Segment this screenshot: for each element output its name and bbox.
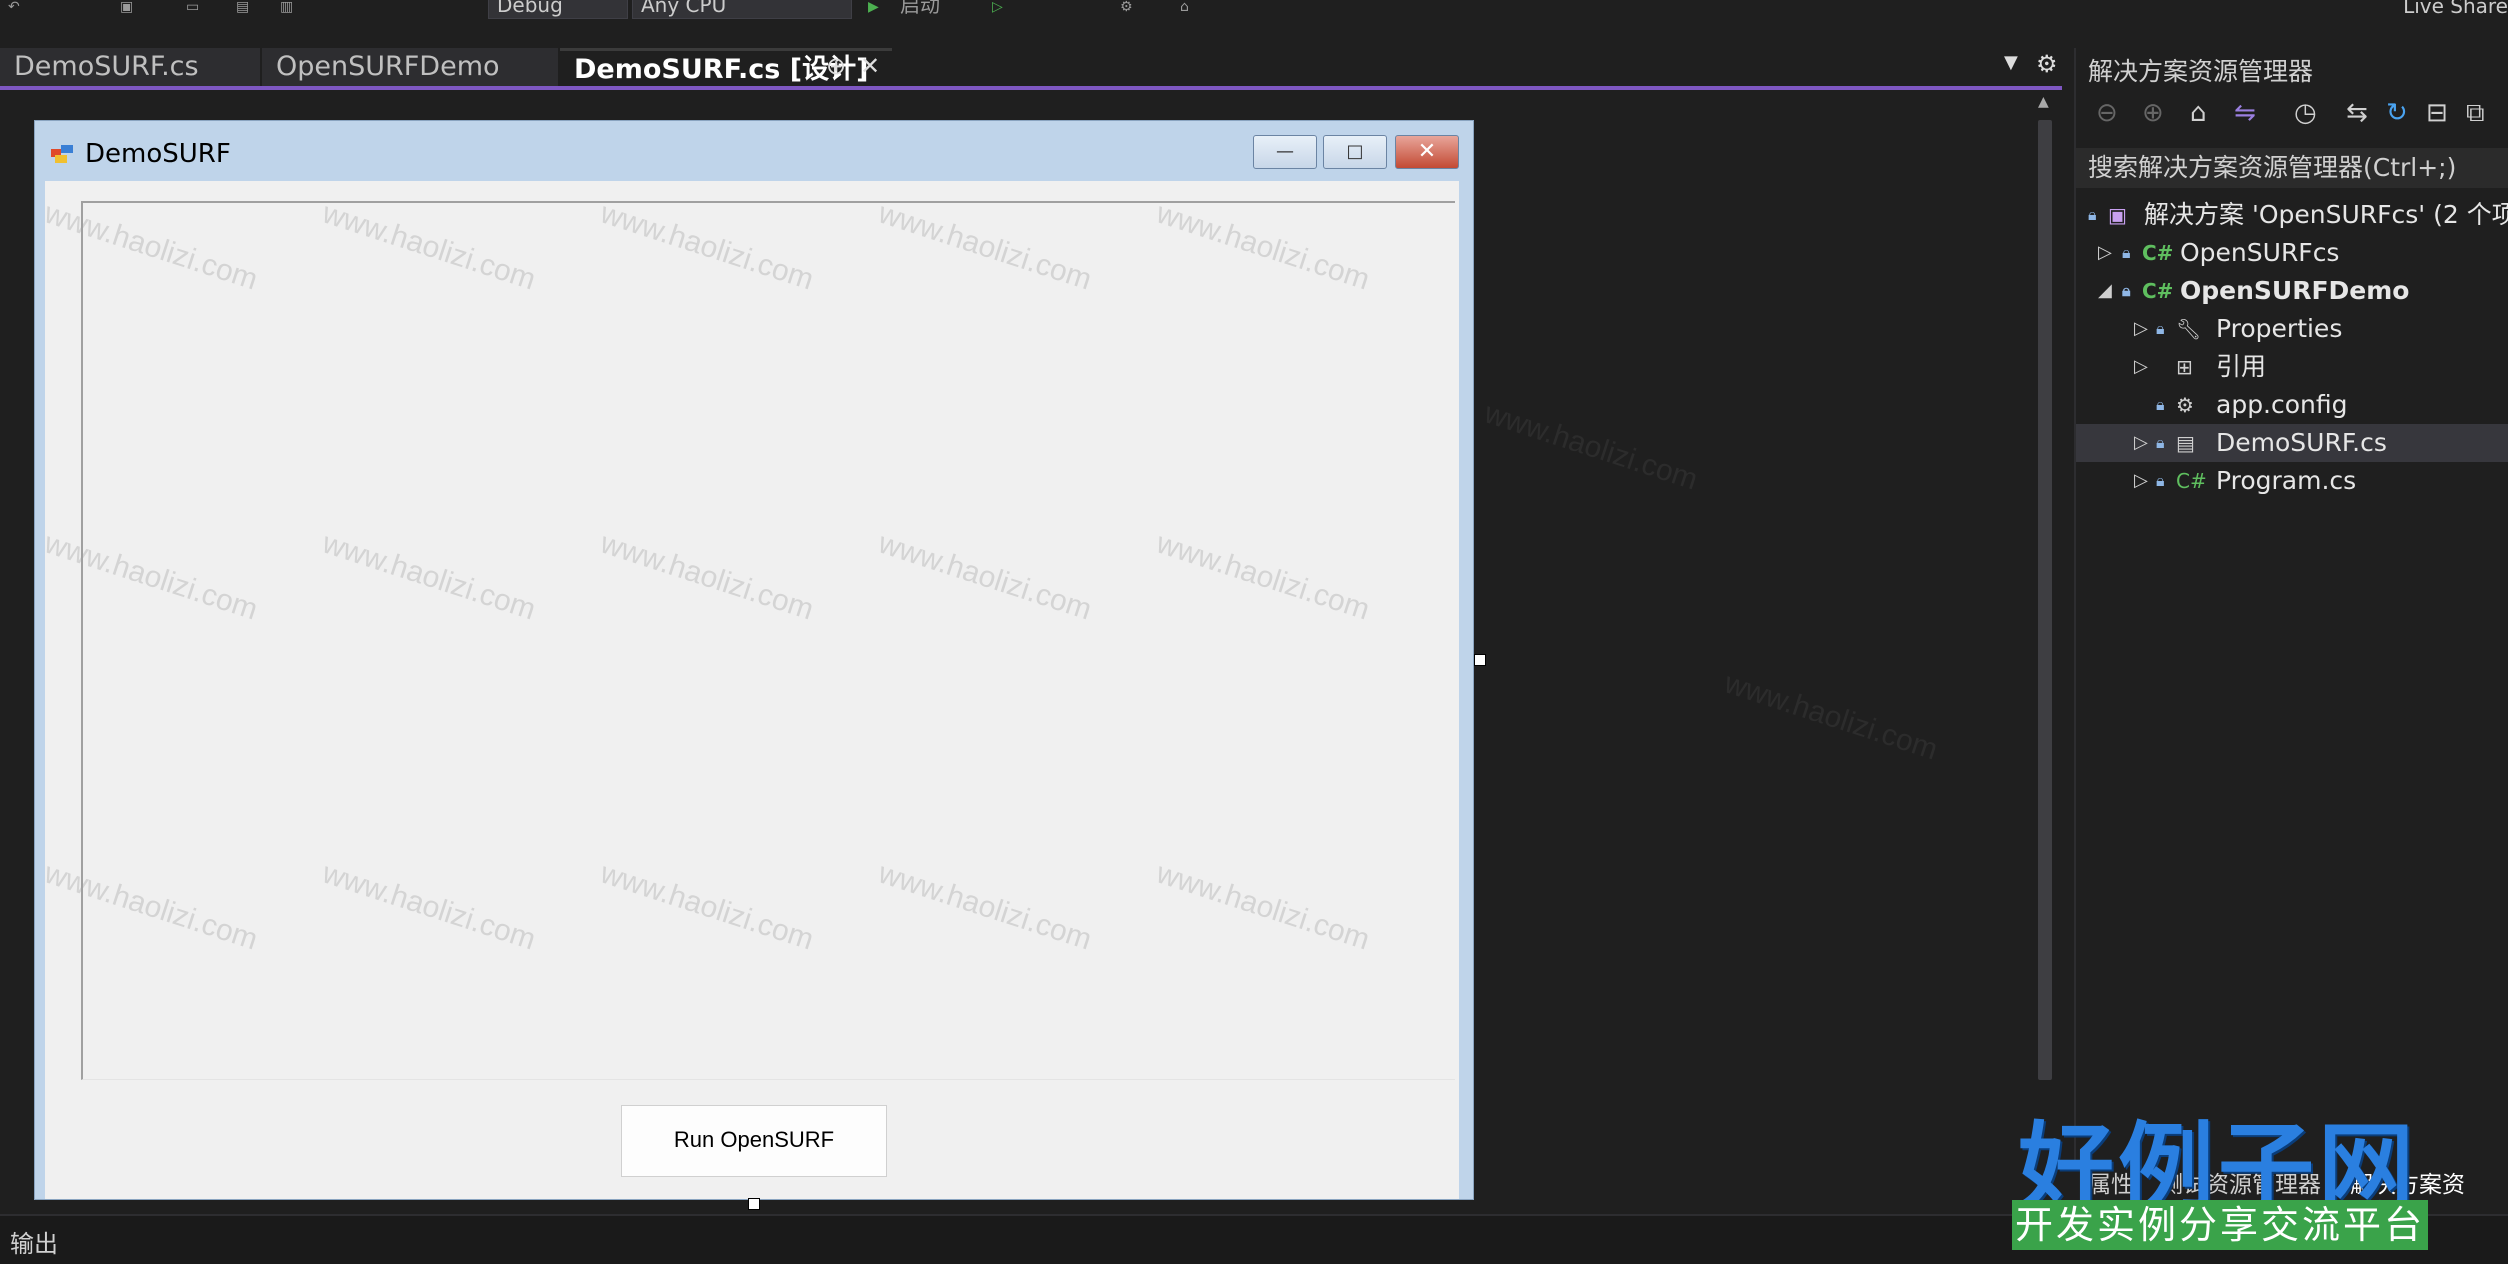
run-opensurf-button[interactable]: Run OpenSURF <box>621 1105 887 1177</box>
tree-item-label: Program.cs <box>2216 466 2357 495</box>
expand-arrow-icon[interactable]: ▷ <box>2134 348 2148 386</box>
tab-overflow-icon[interactable]: ▼ <box>2004 52 2018 73</box>
references-icon: ⊞ <box>2176 355 2193 379</box>
tree-item-label: OpenSURFDemo <box>2180 276 2410 305</box>
switch-views-icon[interactable]: ⇋ <box>2234 98 2256 128</box>
csharp-project-icon: C# <box>2142 241 2174 265</box>
solution-search-input[interactable]: 搜索解决方案资源管理器(Ctrl+;) <box>2076 148 2508 188</box>
wrench-icon: 🔧︎ <box>2176 317 2202 341</box>
toolbar-home-icon[interactable]: ⌂ <box>1180 0 1189 14</box>
resize-handle-bottom[interactable] <box>748 1198 760 1210</box>
csharp-file-icon: C# <box>2176 469 2207 493</box>
forward-icon[interactable]: ⊕ <box>2142 98 2164 128</box>
tree-item-opensurfcs[interactable]: ▷ 🔒︎ C# OpenSURFcs <box>2076 234 2508 272</box>
tree-item-app-config[interactable]: 🔒︎ ⚙ app.config <box>2076 386 2508 424</box>
close-tab-icon[interactable]: ✕ <box>860 52 880 80</box>
new-project-icon[interactable]: ▣ <box>120 0 133 14</box>
tree-item-opensurfdemo[interactable]: ◢ 🔒︎ C# OpenSURFDemo <box>2076 272 2508 310</box>
close-button[interactable]: ✕ <box>1395 135 1459 169</box>
form-title: DemoSURF <box>85 139 231 169</box>
form-window[interactable]: DemoSURF — □ ✕ Run OpenSURF <box>34 120 1474 1200</box>
resize-handle-right[interactable] <box>1474 654 1486 666</box>
solution-explorer: 解决方案资源管理器 ⊖ ⊕ ⌂ ⇋ ◷ ⇆ ↻ ⊟ ⧉ 搜索解决方案资源管理器(… <box>2074 48 2508 1198</box>
show-all-files-icon[interactable]: ⧉ <box>2466 98 2485 129</box>
tree-item-label: 引用 <box>2216 352 2267 381</box>
form-app-icon <box>51 145 75 165</box>
settings-gear-icon[interactable]: ⚙ <box>2036 50 2058 78</box>
undo-icon[interactable]: ↶ <box>8 0 20 14</box>
lock-icon: 🔒︎ <box>2122 243 2131 262</box>
tree-item-properties[interactable]: ▷ 🔒︎ 🔧︎ Properties <box>2076 310 2508 348</box>
save-icon[interactable]: ▤ <box>236 0 249 14</box>
lock-icon: 🔒︎ <box>2156 319 2165 338</box>
start-label[interactable]: 启动 <box>900 0 940 15</box>
expand-arrow-icon[interactable]: ▷ <box>2134 424 2148 462</box>
collapse-all-icon[interactable]: ⊟ <box>2426 98 2448 128</box>
tree-item-label: 解决方案 'OpenSURFcs' (2 个项目 <box>2144 200 2508 229</box>
lock-icon: 🔒︎ <box>2122 281 2131 300</box>
tree-item-label: DemoSURF.cs <box>2216 428 2387 457</box>
live-share-button[interactable]: Live Share <box>2403 0 2508 16</box>
run-without-debug-icon[interactable]: ▷ <box>992 0 1003 14</box>
expand-arrow-icon[interactable]: ▷ <box>2134 462 2148 500</box>
document-tab-bar: DemoSURF.cs OpenSURFDemo DemoSURF.cs [设计… <box>0 48 2070 88</box>
tree-item-label: app.config <box>2216 390 2348 419</box>
lock-icon: 🔒︎ <box>2156 395 2165 414</box>
tree-item-label: OpenSURFcs <box>2180 238 2340 267</box>
csharp-project-icon: C# <box>2142 279 2174 303</box>
solution-icon: ▣ <box>2108 203 2127 227</box>
tab-label: DemoSURF.cs [设计] <box>574 54 869 85</box>
platform-combo[interactable]: Any CPU <box>632 0 852 19</box>
lock-icon: 🔒︎ <box>2156 471 2165 490</box>
output-tab[interactable]: 输出 <box>10 1224 58 1259</box>
start-icon[interactable]: ▶ <box>868 0 879 14</box>
config-file-icon: ⚙ <box>2176 393 2194 417</box>
configuration-combo[interactable]: Debug <box>488 0 628 19</box>
back-icon[interactable]: ⊖ <box>2096 98 2118 128</box>
sync-icon[interactable]: ⇆ <box>2346 98 2368 128</box>
home-icon[interactable]: ⌂ <box>2190 98 2207 128</box>
tab-demosurf-code[interactable]: DemoSURF.cs <box>0 48 260 86</box>
save-all-icon[interactable]: ▥ <box>280 0 293 14</box>
lock-icon: 🔒︎ <box>2156 433 2165 452</box>
solution-explorer-title: 解决方案资源管理器 <box>2088 57 2314 86</box>
brand-watermark: 好例子网 开发实例分享交流平台 <box>2012 1090 2432 1252</box>
tree-item-solution[interactable]: 🔒︎ ▣ 解决方案 'OpenSURFcs' (2 个项目 <box>2076 196 2508 234</box>
pending-changes-icon[interactable]: ◷ <box>2294 98 2317 128</box>
expand-arrow-icon[interactable]: ▷ <box>2098 234 2112 272</box>
picture-box[interactable] <box>81 201 1455 1080</box>
toolbar-tool-icon[interactable]: ⚙ <box>1120 0 1133 14</box>
form-client-area: Run OpenSURF <box>45 181 1459 1199</box>
collapse-arrow-icon[interactable]: ◢ <box>2098 272 2112 310</box>
pin-icon[interactable]: ⊕ <box>826 52 846 80</box>
scrollbar-thumb[interactable] <box>2038 120 2052 1080</box>
maximize-button[interactable]: □ <box>1323 135 1387 169</box>
scroll-up-icon[interactable]: ▲ <box>2038 94 2049 110</box>
tab-accent-line <box>0 86 2062 90</box>
open-folder-icon[interactable]: ▭ <box>186 0 199 14</box>
minimize-button[interactable]: — <box>1253 135 1317 169</box>
tree-item-references[interactable]: ▷ ⊞ 引用 <box>2076 348 2508 386</box>
solution-explorer-toolbar: ⊖ ⊕ ⌂ ⇋ ◷ ⇆ ↻ ⊟ ⧉ <box>2086 98 2508 134</box>
refresh-icon[interactable]: ↻ <box>2386 98 2408 128</box>
toolbar: ↶ ▣ ▭ ▤ ▥ Debug Any CPU ▶ 启动 ▷ ⚙ ⌂ Live … <box>0 0 2508 22</box>
expand-arrow-icon[interactable]: ▷ <box>2134 310 2148 348</box>
brand-tagline: 开发实例分享交流平台 <box>2012 1200 2428 1250</box>
form-file-icon: ▤ <box>2176 431 2195 455</box>
tab-opensurfdemo[interactable]: OpenSURFDemo <box>262 48 558 86</box>
tree-item-label: Properties <box>2216 314 2343 343</box>
tree-item-program[interactable]: ▷ 🔒︎ C# Program.cs <box>2076 462 2508 500</box>
lock-icon: 🔒︎ <box>2088 205 2097 224</box>
tree-item-demosurf[interactable]: ▷ 🔒︎ ▤ DemoSURF.cs <box>2076 424 2508 462</box>
